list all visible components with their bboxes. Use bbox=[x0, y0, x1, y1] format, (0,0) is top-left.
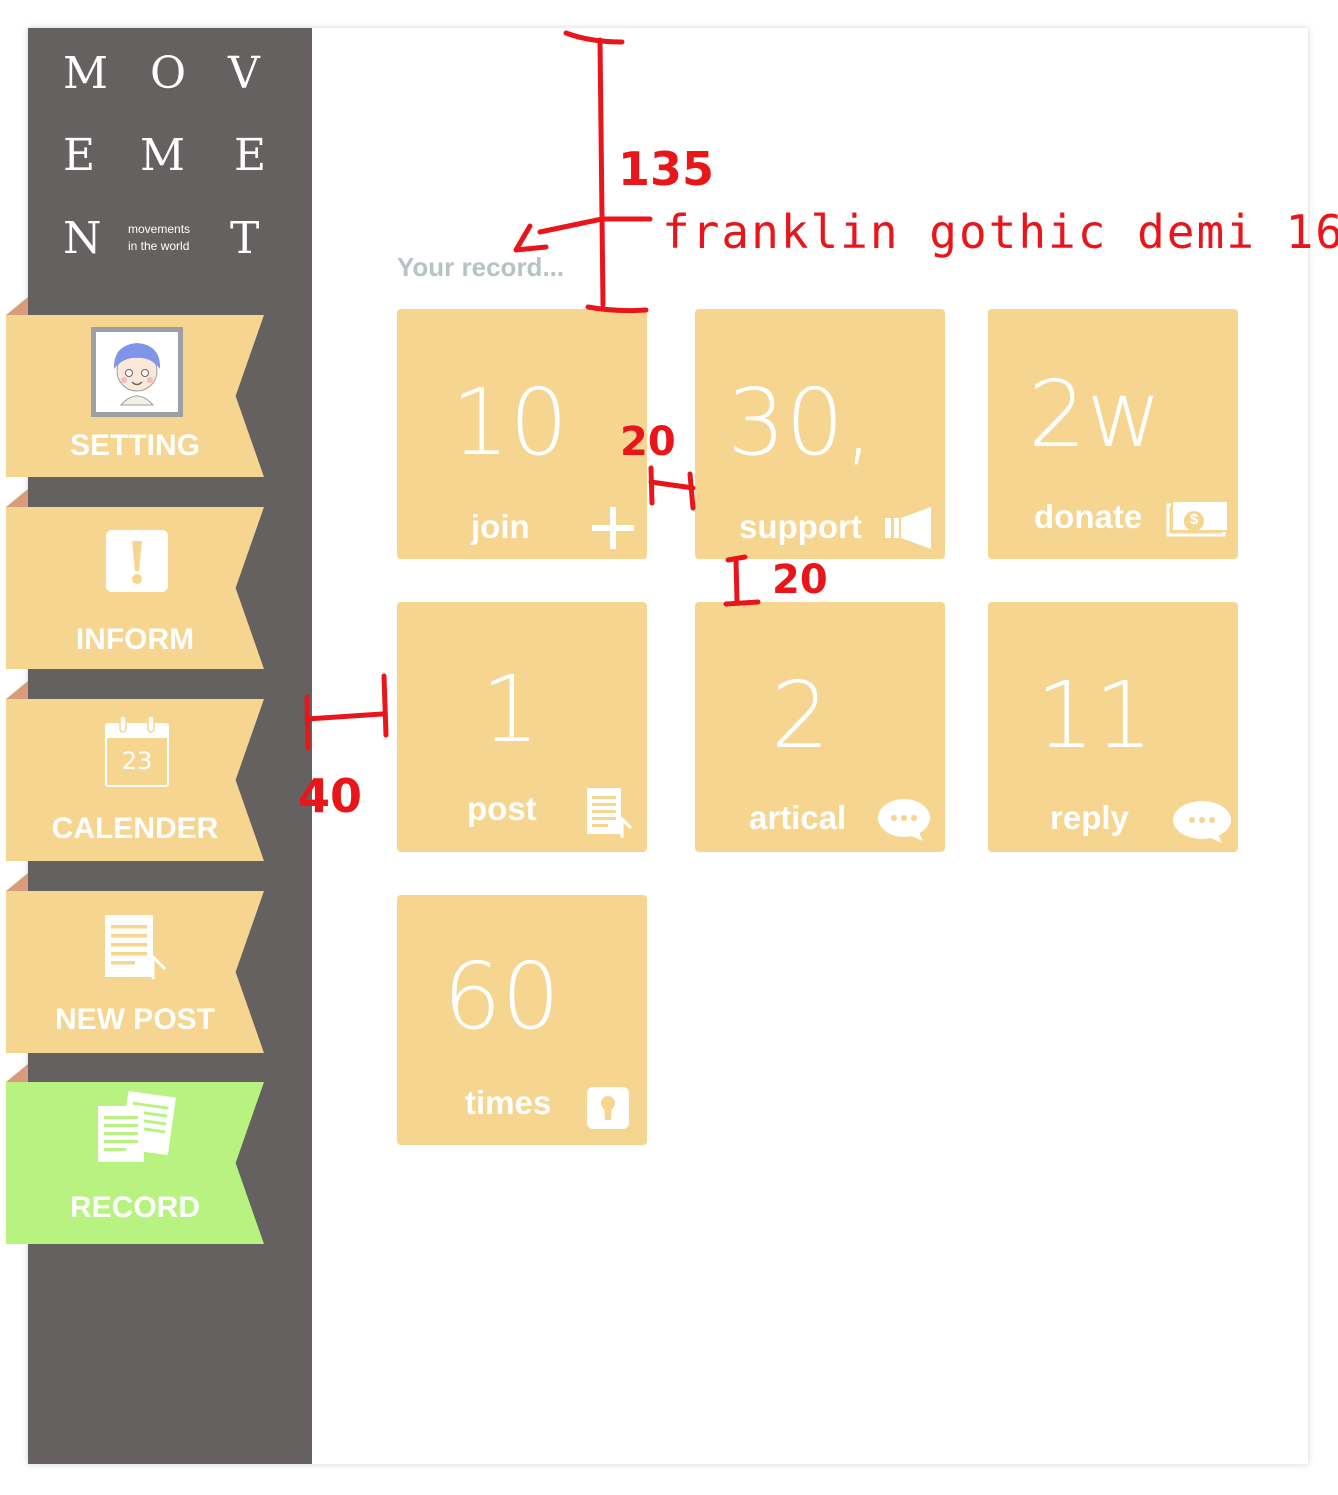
tile-value: 30, bbox=[727, 369, 874, 476]
record-tile-post[interactable]: 1 post bbox=[397, 602, 647, 852]
new-post-icon bbox=[103, 913, 169, 979]
tile-label: donate bbox=[1034, 498, 1143, 535]
tile-value: 11 bbox=[1036, 662, 1154, 769]
currency-symbol: $ bbox=[1189, 511, 1199, 528]
tile-value: 2 bbox=[771, 662, 830, 769]
logo-tagline-line: movements bbox=[128, 222, 191, 236]
nav-item-label: SETTING bbox=[69, 429, 200, 462]
plus-icon bbox=[592, 507, 634, 549]
logo: M O V E M E N T movements in the world bbox=[28, 28, 312, 288]
nav-item-setting[interactable]: SETTING bbox=[6, 297, 264, 477]
page-title: Your record... bbox=[397, 252, 565, 282]
nav-item-inform[interactable]: INFORM bbox=[6, 489, 264, 669]
tile-label: join bbox=[471, 508, 530, 545]
logo-letter: E bbox=[234, 130, 267, 181]
tile-value: 1 bbox=[481, 656, 540, 763]
record-tile-join[interactable]: 10 join bbox=[397, 309, 647, 559]
document-upload-icon bbox=[585, 786, 633, 838]
nav-item-label: INFORM bbox=[75, 623, 195, 656]
tab-fold bbox=[6, 489, 28, 507]
tile-value: 10 bbox=[451, 369, 569, 476]
logo-letter: O bbox=[150, 48, 187, 99]
logo-letter: M bbox=[63, 48, 109, 99]
record-tile-donate[interactable]: 2w donate $ bbox=[988, 309, 1238, 559]
record-tile-artical[interactable]: 2 artical bbox=[695, 602, 945, 852]
tile-label: post bbox=[467, 790, 537, 827]
tab-fold bbox=[6, 873, 28, 891]
nav-item-record[interactable]: RECORD bbox=[6, 1064, 264, 1244]
logo-letter: E bbox=[63, 130, 96, 181]
avatar-icon bbox=[91, 327, 183, 417]
tile-label: support bbox=[739, 508, 862, 545]
logo-letter: V bbox=[228, 48, 260, 99]
nav-item-label: RECORD bbox=[69, 1191, 200, 1224]
record-tile-reply[interactable]: 11 reply bbox=[988, 602, 1238, 852]
logo-tagline: movements in the world bbox=[128, 221, 190, 255]
tile-label: times bbox=[465, 1084, 552, 1121]
logo-letter: T bbox=[230, 213, 260, 264]
tile-value: 2w bbox=[1028, 361, 1162, 468]
nav-item-label: CALENDER bbox=[51, 812, 219, 845]
keyhole-icon bbox=[587, 1087, 629, 1129]
record-icon bbox=[96, 1090, 178, 1166]
nav-item-label: NEW POST bbox=[54, 1003, 215, 1036]
logo-letter: M bbox=[140, 130, 186, 181]
tile-label: artical bbox=[749, 799, 847, 836]
tab-fold bbox=[6, 297, 28, 315]
megaphone-icon bbox=[885, 506, 933, 550]
tile-label: reply bbox=[1050, 799, 1129, 836]
record-tile-times[interactable]: 60 times bbox=[397, 895, 647, 1145]
speech-bubble-icon bbox=[877, 798, 931, 842]
calendar-day: 23 bbox=[121, 747, 153, 775]
exclamation-icon bbox=[105, 529, 169, 593]
record-tile-support[interactable]: 30, support bbox=[695, 309, 945, 559]
money-icon: $ bbox=[1166, 499, 1229, 539]
nav-item-new-post[interactable]: NEW POST bbox=[6, 873, 264, 1053]
nav-item-calender[interactable]: 23 CALENDER bbox=[6, 681, 264, 861]
font-annotation: franklin gothic demi 16pt bbox=[662, 205, 1338, 259]
speech-bubble-icon bbox=[1172, 800, 1232, 844]
tile-value: 60 bbox=[443, 943, 561, 1050]
logo-tagline-line: in the world bbox=[128, 239, 190, 253]
tab-fold bbox=[6, 1064, 28, 1082]
logo-letter: N bbox=[63, 213, 102, 264]
calendar-icon: 23 bbox=[105, 715, 169, 787]
tab-fold bbox=[6, 681, 28, 699]
